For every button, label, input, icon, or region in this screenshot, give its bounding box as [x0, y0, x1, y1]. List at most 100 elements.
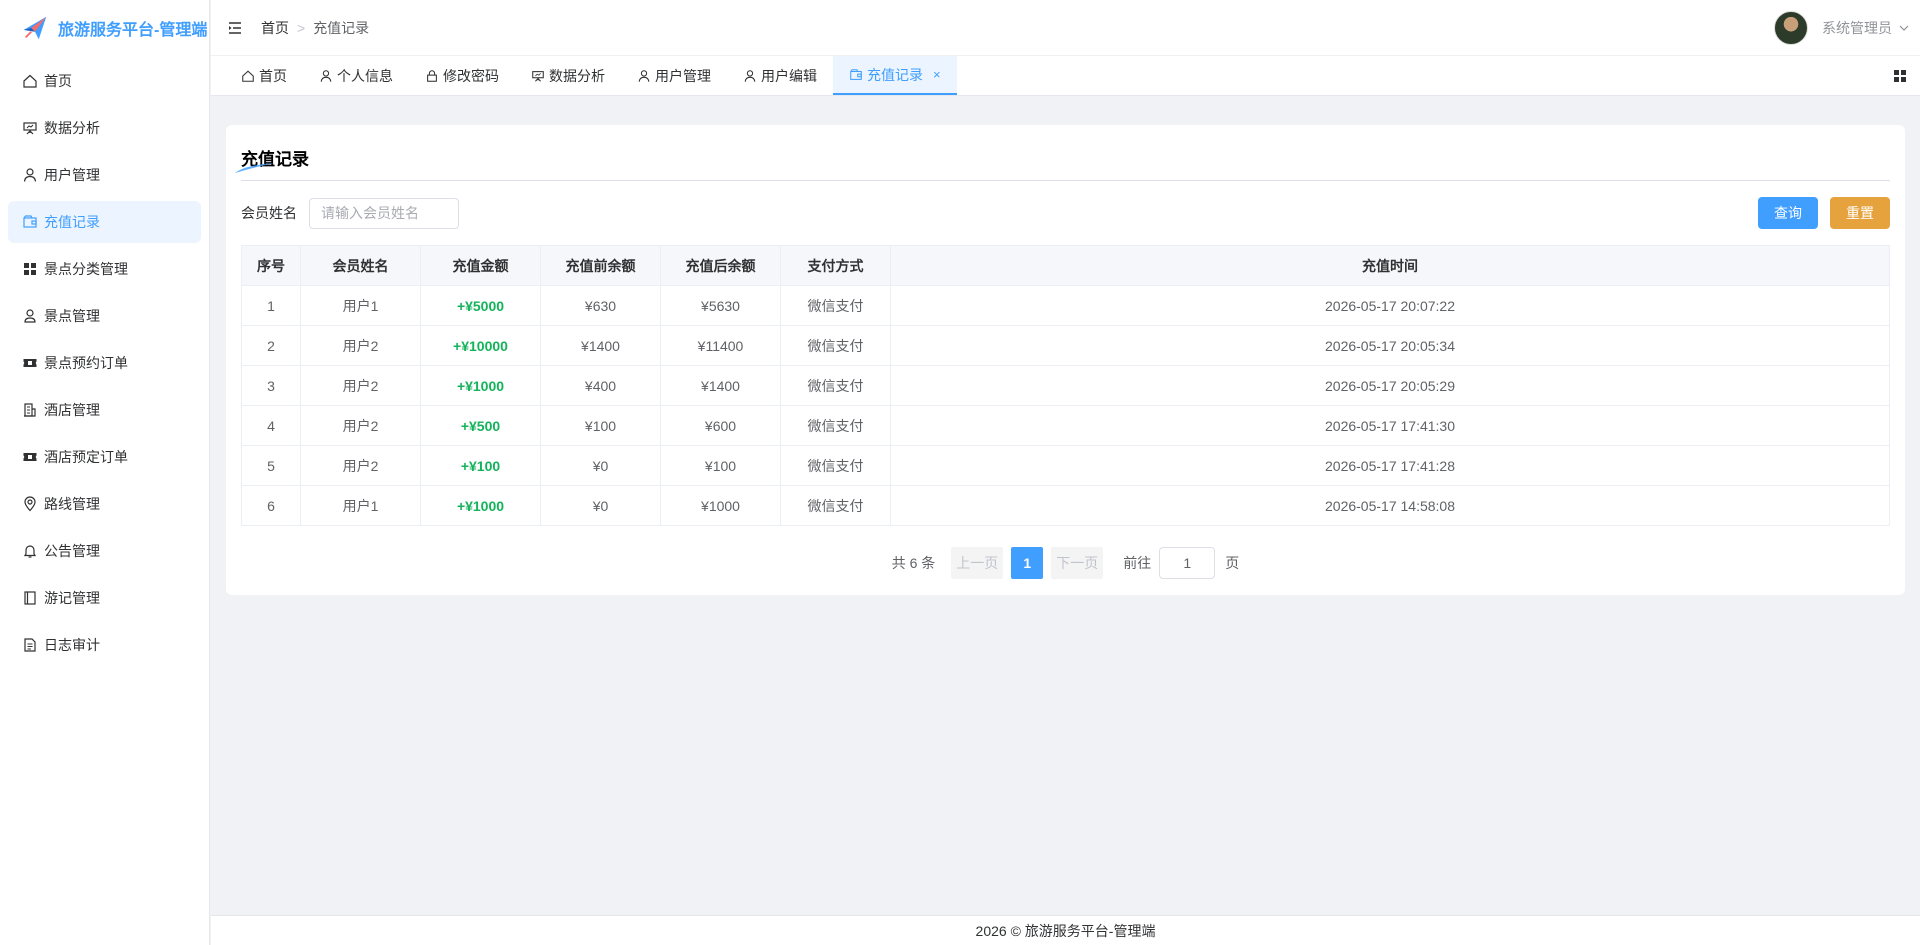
- breadcrumb-home[interactable]: 首页: [261, 18, 289, 38]
- app-logo[interactable]: 旅游服务平台-管理端: [0, 0, 209, 56]
- pagination-total: 共 6 条: [891, 555, 936, 571]
- table-cell: 微信支付: [780, 285, 891, 326]
- user-menu[interactable]: 系统管理员: [1774, 0, 1910, 56]
- table-cell: 5: [241, 445, 301, 486]
- tab-2[interactable]: 修改密码: [409, 56, 515, 95]
- table-cell: 用户2: [300, 445, 421, 486]
- table-cell: 微信支付: [780, 405, 891, 446]
- column-header[interactable]: 支付方式: [780, 245, 891, 286]
- table-cell: 2026-05-17 20:05:34: [890, 325, 1890, 366]
- sidebar-item-2[interactable]: 用户管理: [8, 154, 201, 196]
- notebook-icon: [24, 591, 36, 605]
- column-header[interactable]: 序号: [241, 245, 301, 286]
- content-card: 充值记录 会员姓名 查询 重置 序号会员姓名充值金额充值前余额充值后余额支付方式…: [226, 125, 1905, 595]
- sidebar-item-label: 路线管理: [44, 496, 100, 512]
- tab-0[interactable]: 首页: [225, 56, 303, 95]
- footer-text: 2026 © 旅游服务平台-管理端: [975, 922, 1156, 939]
- next-page-button[interactable]: 下一页: [1051, 547, 1104, 579]
- notebook-icon: [22, 590, 38, 606]
- table-row[interactable]: 6 用户1 +¥1000 ¥0 ¥1000 微信支付 2026-05-17 14:58:08: [241, 485, 1890, 526]
- close-icon[interactable]: ×: [933, 67, 941, 82]
- sidebar-item-label: 日志审计: [44, 637, 100, 653]
- sidebar-item-8[interactable]: 酒店预定订单: [8, 436, 201, 478]
- app-title: 旅游服务平台-管理端: [58, 22, 208, 39]
- presentation-icon: [532, 70, 544, 82]
- prev-page-button[interactable]: 上一页: [951, 547, 1004, 579]
- table-cell: 用户1: [300, 285, 421, 326]
- user-icon: [744, 69, 756, 82]
- sidebar-item-7[interactable]: 酒店管理: [8, 389, 201, 431]
- table-row[interactable]: 1 用户1 +¥5000 ¥630 ¥5630 微信支付 2026-05-17 20:07:…: [241, 285, 1890, 326]
- sidebar-item-10[interactable]: 公告管理: [8, 530, 201, 572]
- page-number-current[interactable]: 1: [1011, 547, 1044, 579]
- avatar[interactable]: [1774, 11, 1808, 45]
- table-header-row: 序号 会员姓名 充值金额 充值前余额 充值后余额 支付方式 充值时间: [241, 245, 1890, 286]
- sidebar-item-1[interactable]: 数据分析: [8, 107, 201, 149]
- home-icon: [23, 74, 37, 88]
- member-name-input[interactable]: [309, 197, 459, 229]
- sidebar-item-12[interactable]: 日志审计: [8, 624, 201, 666]
- title-decoration-icon: [235, 163, 275, 173]
- footer: 2026 © 旅游服务平台-管理端: [211, 915, 1920, 945]
- presentation-icon: [22, 120, 38, 136]
- grid-icon: [22, 261, 38, 277]
- table-cell: 微信支付: [780, 485, 891, 526]
- document-icon: [24, 638, 36, 652]
- breadcrumb-separator-icon: >: [297, 19, 306, 36]
- column-header[interactable]: 充值金额: [420, 245, 541, 286]
- reset-button[interactable]: 重置: [1830, 197, 1890, 229]
- table-row[interactable]: 3 用户2 +¥1000 ¥400 ¥1400 微信支付 2026-05-17 20:05:…: [241, 365, 1890, 406]
- sidebar-item-label: 景点管理: [44, 308, 100, 324]
- location-icon: [22, 496, 38, 512]
- table-cell: ¥600: [660, 405, 781, 446]
- goto-page-input[interactable]: [1159, 547, 1216, 579]
- column-header[interactable]: 会员姓名: [300, 245, 421, 286]
- tab-label: 用户管理: [655, 67, 711, 84]
- page-title-wrap: 充值记录: [235, 125, 1890, 181]
- recharge-table: 序号 会员姓名 充值金额 充值前余额 充值后余额 支付方式 充值时间 1 用户1 +¥5000 ¥…: [241, 245, 1890, 526]
- tab-6[interactable]: 充值记录 ×: [833, 56, 957, 95]
- sidebar-item-6[interactable]: 景点预约订单: [8, 342, 201, 384]
- table-row[interactable]: 4 用户2 +¥500 ¥100 ¥600 微信支付 2026-05-17 17:41:30: [241, 405, 1890, 446]
- table-cell: 2: [241, 325, 301, 366]
- table-row[interactable]: 5 用户2 +¥100 ¥0 ¥100 微信支付 2026-05-17 17:41:28: [241, 445, 1890, 486]
- sidebar: 旅游服务平台-管理端 首页数据分析用户管理充值记录景点分类管理景点管理景点预约订…: [0, 0, 210, 945]
- column-header[interactable]: 充值后余额: [660, 245, 781, 286]
- bell-icon: [23, 545, 37, 558]
- table-cell: 微信支付: [780, 365, 891, 406]
- wallet-icon: [23, 215, 37, 228]
- column-header[interactable]: 充值前余额: [540, 245, 661, 286]
- table-row[interactable]: 2 用户2 +¥10000 ¥1400 ¥11400 微信支付 2026-05-17 20:…: [241, 325, 1890, 366]
- query-button[interactable]: 查询: [1758, 197, 1818, 229]
- table-cell: 1: [241, 285, 301, 326]
- sidebar-item-0[interactable]: 首页: [8, 60, 201, 102]
- menu-toggle-icon[interactable]: [227, 20, 243, 36]
- sidebar-item-5[interactable]: 景点管理: [8, 295, 201, 337]
- grid-icon[interactable]: [1892, 68, 1908, 84]
- ticket-icon: [22, 355, 38, 371]
- tab-label: 个人信息: [337, 67, 393, 84]
- sidebar-item-4[interactable]: 景点分类管理: [8, 248, 201, 290]
- sidebar-item-11[interactable]: 游记管理: [8, 577, 201, 619]
- table-cell: ¥0: [540, 485, 661, 526]
- tab-1[interactable]: 个人信息: [303, 56, 409, 95]
- tab-4[interactable]: 用户管理: [621, 56, 727, 95]
- sidebar-item-3[interactable]: 充值记录: [8, 201, 201, 243]
- ticket-icon: [23, 453, 37, 461]
- user-name: 系统管理员: [1822, 20, 1892, 36]
- table-cell: ¥100: [540, 405, 661, 446]
- wallet-icon: [850, 68, 862, 80]
- sidebar-item-9[interactable]: 路线管理: [8, 483, 201, 525]
- grid-icon: [24, 263, 36, 275]
- table-cell: 用户1: [300, 485, 421, 526]
- tab-3[interactable]: 数据分析: [515, 56, 621, 95]
- tab-5[interactable]: 用户编辑: [727, 56, 833, 95]
- search-buttons: 查询 重置: [1758, 197, 1890, 229]
- tab-label: 修改密码: [443, 67, 499, 84]
- user-icon: [22, 167, 38, 183]
- table-cell: ¥5630: [660, 285, 781, 326]
- table-cell: +¥100: [420, 445, 541, 486]
- user-icon: [320, 69, 332, 82]
- column-header[interactable]: 充值时间: [890, 245, 1890, 286]
- sidebar-item-label: 游记管理: [44, 590, 100, 606]
